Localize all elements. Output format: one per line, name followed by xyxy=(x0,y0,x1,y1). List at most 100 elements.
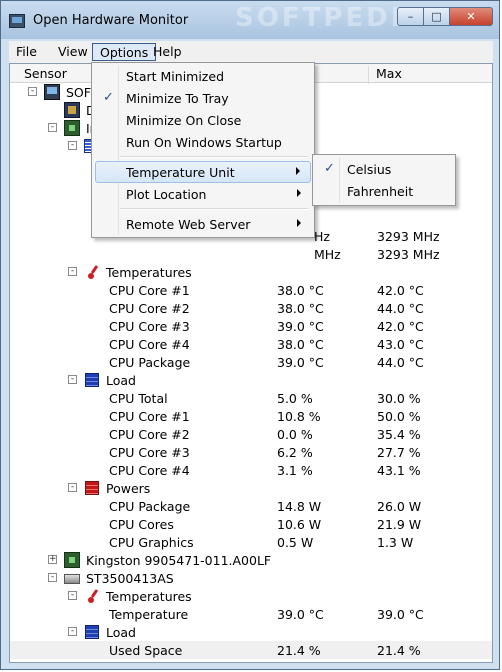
tree-row[interactable]: - Temperatures xyxy=(10,587,492,605)
tree-row[interactable]: - Load xyxy=(10,371,492,389)
tree-row[interactable]: CPU Core #3 6.2 % 27.7 % xyxy=(10,443,492,461)
row-value: 5.0 % xyxy=(277,391,313,406)
row-max: 27.7 % xyxy=(377,445,421,460)
row-label: CPU Graphics xyxy=(109,535,194,550)
menu-item-minimize-to-tray[interactable]: ✓ Minimize To Tray xyxy=(95,87,311,109)
menu-item-label: Plot Location xyxy=(126,187,207,202)
checkmark-icon: ✓ xyxy=(324,161,335,176)
row-label: ST3500413AS xyxy=(86,571,174,586)
menu-item-label: Start Minimized xyxy=(126,69,224,84)
maximize-button[interactable]: □ xyxy=(424,7,450,26)
submenu-arrow-icon xyxy=(297,189,301,197)
window-title: Open Hardware Monitor xyxy=(33,13,189,28)
maximize-icon: □ xyxy=(431,10,442,23)
tree-row[interactable]: CPU Core #4 3.1 % 43.1 % xyxy=(10,461,492,479)
power-icon xyxy=(85,481,99,495)
menu-item-minimize-on-close[interactable]: Minimize On Close xyxy=(95,109,311,131)
row-value: 39.0 °C xyxy=(277,355,324,370)
row-label: CPU Package xyxy=(109,499,191,514)
row-value: 0.5 W xyxy=(277,535,314,550)
menu-item-label: Fahrenheit xyxy=(347,184,414,199)
row-label: Load xyxy=(106,625,136,640)
row-label: Used Space xyxy=(109,643,183,658)
row-label: CPU Core #4 xyxy=(109,463,190,478)
row-value: 10.6 W xyxy=(277,517,322,532)
minimize-button[interactable]: – xyxy=(397,7,424,26)
menu-item-start-minimized[interactable]: Start Minimized xyxy=(95,65,311,87)
row-label: CPU Total xyxy=(109,391,168,406)
tree-row[interactable]: CPU Graphics 0.5 W 1.3 W xyxy=(10,533,492,551)
tree-row[interactable]: CPU Core #1 10.8 % 50.0 % xyxy=(10,407,492,425)
column-max[interactable]: Max xyxy=(376,66,402,81)
row-label: Temperature xyxy=(109,607,189,622)
tree-row[interactable]: CPU Core #3 39.0 °C 42.0 °C xyxy=(10,317,492,335)
app-icon[interactable] xyxy=(9,14,25,28)
menu-item-celsius[interactable]: ✓ Celsius xyxy=(316,158,452,180)
caption-buttons: – □ ✕ xyxy=(397,7,493,27)
menu-help[interactable]: Help xyxy=(146,43,189,61)
submenu-arrow-icon xyxy=(296,167,300,175)
collapse-toggle[interactable]: - xyxy=(68,267,77,276)
checkmark-icon: ✓ xyxy=(103,90,114,105)
menu-view[interactable]: View xyxy=(51,43,95,61)
menu-item-run-on-startup[interactable]: Run On Windows Startup xyxy=(95,131,311,153)
column-sensor[interactable]: Sensor xyxy=(24,66,67,81)
tree-row[interactable]: MHz 3293 MHz xyxy=(10,245,492,263)
collapse-toggle[interactable]: - xyxy=(68,141,77,150)
tree-row[interactable]: CPU Package 14.8 W 26.0 W xyxy=(10,497,492,515)
row-value: 39.0 °C xyxy=(277,319,324,334)
menu-item-temperature-unit[interactable]: Temperature Unit xyxy=(95,161,311,183)
menu-separator xyxy=(120,208,308,210)
row-label: CPU Cores xyxy=(109,517,174,532)
menu-item-fahrenheit[interactable]: Fahrenheit xyxy=(316,180,452,202)
tree-row[interactable]: CPU Cores 10.6 W 21.9 W xyxy=(10,515,492,533)
menu-file[interactable]: File xyxy=(9,43,44,61)
collapse-toggle[interactable]: - xyxy=(68,591,77,600)
load-icon xyxy=(85,373,99,387)
collapse-toggle[interactable]: - xyxy=(48,123,57,132)
row-label: Temperatures xyxy=(106,589,192,604)
tree-row[interactable]: - Load xyxy=(10,623,492,641)
row-label: CPU Core #2 xyxy=(109,301,190,316)
tree-row[interactable]: - ST3500413AS xyxy=(10,569,492,587)
row-label: CPU Core #1 xyxy=(109,283,190,298)
column-separator[interactable] xyxy=(368,66,369,84)
tree-row[interactable]: CPU Core #2 0.0 % 35.4 % xyxy=(10,425,492,443)
menu-separator xyxy=(120,156,308,158)
submenu-arrow-icon xyxy=(297,219,301,227)
options-menu: Start Minimized ✓ Minimize To Tray Minim… xyxy=(91,62,315,238)
tree-row[interactable]: CPU Total 5.0 % 30.0 % xyxy=(10,389,492,407)
row-max: 35.4 % xyxy=(377,427,421,442)
tree-row[interactable]: - Temperatures xyxy=(10,263,492,281)
row-max: 1.3 W xyxy=(377,535,414,550)
expand-toggle[interactable]: + xyxy=(48,555,57,564)
tree-row[interactable]: Used Space 21.4 % 21.4 % xyxy=(10,641,492,659)
row-label: CPU Core #3 xyxy=(109,319,190,334)
load-icon xyxy=(85,625,99,639)
row-label: CPU Core #2 xyxy=(109,427,190,442)
tree-row[interactable]: - Powers xyxy=(10,479,492,497)
row-value: 10.8 % xyxy=(277,409,321,424)
collapse-toggle[interactable]: - xyxy=(68,483,77,492)
collapse-toggle[interactable]: - xyxy=(28,87,37,96)
row-value: 3.1 % xyxy=(277,463,313,478)
row-value: MHz xyxy=(314,247,341,262)
collapse-toggle[interactable]: - xyxy=(68,375,77,384)
menu-item-remote-web-server[interactable]: Remote Web Server xyxy=(95,213,311,235)
menu-item-label: Remote Web Server xyxy=(126,217,251,232)
collapse-toggle[interactable]: - xyxy=(68,627,77,636)
title-bar[interactable]: Open Hardware Monitor SOFTPEDIA – □ ✕ xyxy=(1,1,499,39)
tree-row[interactable]: Temperature 39.0 °C 39.0 °C xyxy=(10,605,492,623)
menu-item-plot-location[interactable]: Plot Location xyxy=(95,183,311,205)
close-button[interactable]: ✕ xyxy=(450,7,493,26)
row-label: CPU Core #1 xyxy=(109,409,190,424)
tree-row[interactable]: CPU Package 39.0 °C 44.0 °C xyxy=(10,353,492,371)
tree-row[interactable]: CPU Core #2 38.0 °C 44.0 °C xyxy=(10,299,492,317)
hard-drive-icon xyxy=(64,574,80,584)
row-max: 42.0 °C xyxy=(377,283,424,298)
row-label: CPU Core #3 xyxy=(109,445,190,460)
tree-row[interactable]: CPU Core #1 38.0 °C 42.0 °C xyxy=(10,281,492,299)
tree-row[interactable]: + Kingston 9905471-011.A00LF xyxy=(10,551,492,569)
tree-row[interactable]: CPU Core #4 38.0 °C 43.0 °C xyxy=(10,335,492,353)
collapse-toggle[interactable]: - xyxy=(48,573,57,582)
